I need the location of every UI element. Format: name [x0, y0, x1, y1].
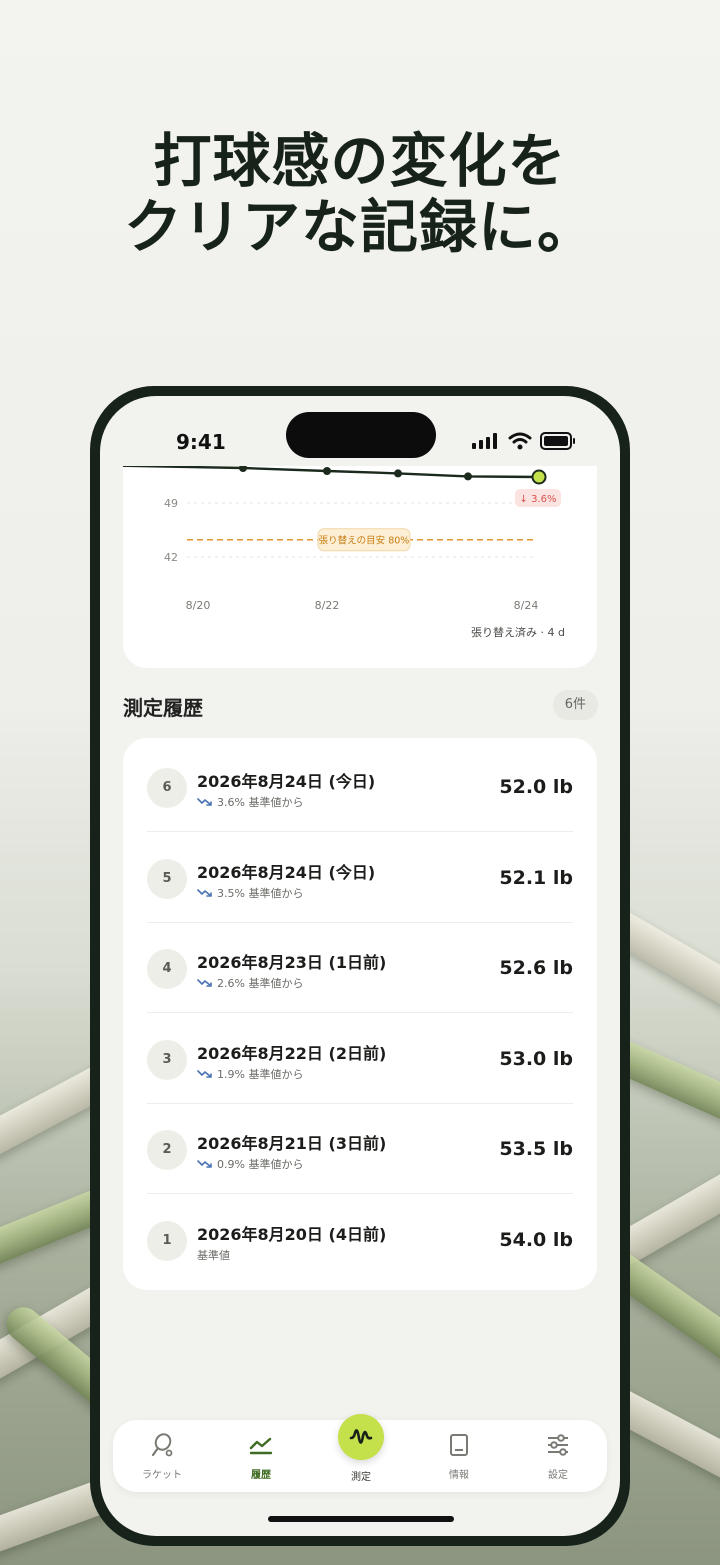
tab-settings-label: 設定	[548, 1470, 568, 1481]
battery-icon	[540, 432, 575, 450]
x-tick-label: 8/24	[514, 599, 539, 612]
row-tension-value: 52.0 lb	[499, 776, 573, 798]
row-tension-value: 52.1 lb	[499, 866, 573, 889]
row-tension-value: 54.0 lb	[499, 1228, 573, 1251]
trend-down-icon	[197, 1069, 212, 1078]
waveform-icon	[349, 1429, 373, 1444]
tab-bar: ラケット 履歴 測定 情報 設定	[113, 1414, 607, 1492]
phone-frame: 9:41 49 42 張り替えの目安 80% ↓ 3.6% 8/20 8/22 …	[90, 386, 630, 1546]
row-index-badge: 6	[147, 768, 187, 808]
history-row[interactable]: 5 2026年8月24日 (今日) 3.5% 基準値から 52.1 lb	[123, 833, 597, 923]
tab-info-label: 情報	[449, 1470, 469, 1481]
phone-screen: 9:41 49 42 張り替えの目安 80% ↓ 3.6% 8/20 8/22 …	[100, 396, 620, 1536]
headline: 打球感の変化を クリアな記録に。	[0, 128, 720, 260]
status-time: 9:41	[176, 430, 226, 454]
wifi-icon	[508, 432, 532, 450]
sliders-icon	[548, 1434, 568, 1456]
section-title: 測定履歴	[123, 696, 203, 720]
change-badge: ↓ 3.6%	[520, 494, 557, 505]
racket-icon	[151, 1433, 173, 1457]
tab-settings[interactable]: 設定	[513, 1432, 603, 1481]
history-row[interactable]: 6 2026年8月24日 (今日) 3.6% 基準値から 52.0 lb	[123, 742, 597, 832]
row-delta: 3.5% 基準値から	[197, 885, 303, 901]
series-line	[123, 466, 540, 479]
row-delta-text: 3.5% 基準値から	[217, 886, 304, 900]
chart-note: 張り替え済み · 4 d	[471, 626, 565, 639]
data-point	[239, 466, 247, 472]
row-delta-text: 基準値	[197, 1248, 230, 1262]
row-date: 2026年8月24日 (今日)	[197, 862, 376, 882]
row-delta-text: 3.6% 基準値から	[217, 796, 304, 809]
data-point	[323, 467, 331, 475]
row-index-badge: 3	[147, 1039, 187, 1080]
tab-measure-label: 測定	[351, 1472, 371, 1483]
row-index-badge: 2	[147, 1130, 187, 1170]
tab-info[interactable]: 情報	[414, 1432, 504, 1481]
row-delta-text: 1.9% 基準値から	[217, 1067, 304, 1081]
tab-history[interactable]: 履歴	[216, 1432, 306, 1481]
trend-down-icon	[197, 798, 212, 806]
current-point	[531, 469, 547, 485]
measure-button[interactable]	[338, 1414, 384, 1460]
row-tension-value: 52.6 lb	[499, 957, 573, 979]
row-tension-value: 53.0 lb	[499, 1047, 573, 1070]
home-indicator	[268, 1516, 454, 1522]
x-tick-label: 8/20	[186, 599, 211, 612]
row-delta: 0.9% 基準値から	[197, 1156, 303, 1172]
row-delta-text: 2.6% 基準値から	[217, 977, 304, 990]
threshold-label: 張り替えの目安 80%	[319, 535, 410, 547]
status-bar: 9:41	[100, 396, 620, 476]
tab-racket[interactable]: ラケット	[117, 1432, 207, 1481]
data-point	[464, 472, 472, 481]
row-date: 2026年8月23日 (1日前)	[197, 953, 387, 972]
tab-racket-label: ラケット	[142, 1470, 182, 1481]
data-point	[394, 469, 402, 478]
status-icons	[472, 432, 576, 450]
row-delta: 1.9% 基準値から	[197, 1066, 303, 1082]
trend-down-icon	[197, 888, 212, 897]
tension-chart-card: 49 42 張り替えの目安 80% ↓ 3.6% 8/20 8/22 8/24 張り替え済み…	[123, 466, 597, 668]
tension-chart: 49 42 張り替えの目安 80% ↓ 3.6% 8/20 8/22 8/24	[123, 466, 561, 612]
tab-history-label: 履歴	[251, 1470, 271, 1481]
headline-line-2: クリアな記録に。	[123, 193, 596, 261]
row-index-badge: 4	[147, 949, 187, 989]
history-chart-icon	[249, 1437, 273, 1455]
row-tension-value: 53.5 lb	[499, 1138, 573, 1160]
history-row[interactable]: 3 2026年8月22日 (2日前) 1.9% 基準値から 53.0 lb	[123, 1014, 597, 1104]
history-row[interactable]: 4 2026年8月23日 (1日前) 2.6% 基準値から 52.6 lb	[123, 923, 597, 1013]
history-row[interactable]: 1 2026年8月20日 (4日前) 基準値 54.0 lb	[123, 1195, 597, 1285]
trend-down-icon	[197, 979, 212, 987]
signal-icon	[472, 433, 497, 449]
row-delta: 2.6% 基準値から	[197, 975, 303, 991]
y-tick-label: 49	[164, 497, 178, 510]
x-tick-label: 8/22	[315, 599, 340, 612]
dynamic-island	[286, 412, 436, 458]
book-icon	[450, 1434, 468, 1456]
row-delta-text: 0.9% 基準値から	[217, 1158, 304, 1171]
y-tick-label: 42	[164, 551, 178, 564]
history-row[interactable]: 2 2026年8月21日 (3日前) 0.9% 基準値から 53.5 lb	[123, 1104, 597, 1194]
row-date: 2026年8月21日 (3日前)	[197, 1134, 387, 1153]
row-index-badge: 5	[147, 858, 187, 899]
row-index-badge: 1	[147, 1220, 187, 1261]
row-date: 2026年8月22日 (2日前)	[197, 1043, 387, 1063]
count-badge: 6件	[552, 690, 598, 720]
row-delta: 3.6% 基準値から	[197, 794, 303, 810]
row-date: 2026年8月20日 (4日前)	[197, 1224, 387, 1244]
row-date: 2026年8月24日 (今日)	[197, 772, 376, 791]
history-list: 6 2026年8月24日 (今日) 3.6% 基準値から 52.0 lb 5 2026年8…	[123, 738, 597, 1290]
headline-line-1: 打球感の変化を	[153, 127, 567, 195]
row-delta: 基準値	[197, 1247, 230, 1263]
trend-down-icon	[197, 1160, 212, 1168]
